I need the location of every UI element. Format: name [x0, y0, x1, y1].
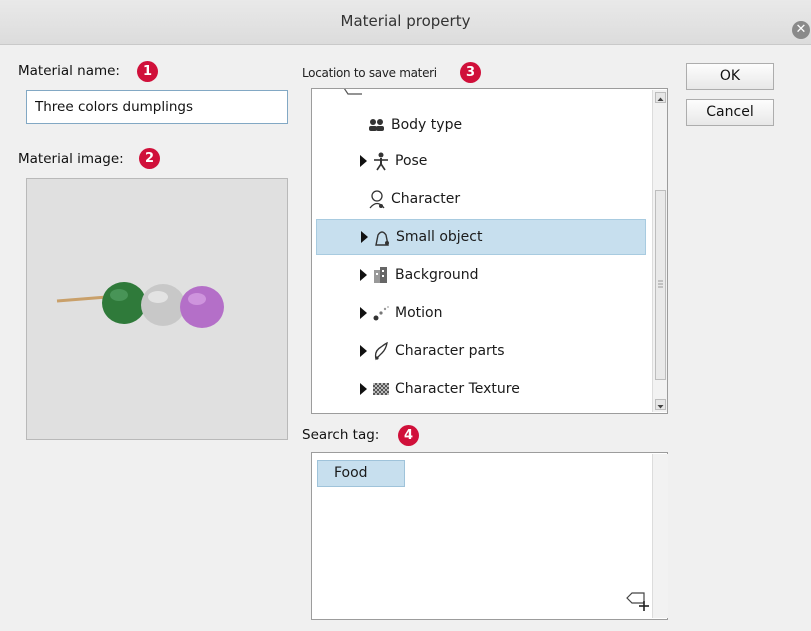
tree-item-small-object[interactable]: Small object: [316, 219, 646, 255]
badge-1: 1: [137, 61, 158, 82]
badge-4: 4: [398, 425, 419, 446]
character-texture-icon: [371, 379, 391, 399]
tree-item-label: Character: [391, 191, 461, 207]
cancel-button[interactable]: Cancel: [686, 99, 774, 126]
tree-item-body-type[interactable]: Body type: [316, 107, 667, 143]
badge-2: 2: [139, 148, 160, 169]
tree-item-pose[interactable]: Pose: [316, 143, 667, 179]
tree-item-label: Pose: [395, 153, 428, 169]
tree-item-label: Body type: [391, 117, 463, 133]
tree-item-motion[interactable]: Motion: [316, 295, 667, 331]
partial-tree-row: [342, 89, 372, 95]
tree-item-label: Small object: [396, 229, 483, 245]
tree-item-character[interactable]: Character: [316, 181, 667, 217]
scroll-thumb[interactable]: [655, 190, 666, 380]
expand-arrow-icon[interactable]: [360, 383, 367, 395]
close-icon[interactable]: ✕: [792, 21, 810, 39]
search-tag-label: Search tag:: [302, 427, 380, 443]
body-type-icon: [367, 115, 387, 135]
tree-item-background[interactable]: Background: [316, 257, 667, 293]
character-parts-icon: [371, 341, 391, 361]
location-tree[interactable]: Body type Pose Character Small object Ba…: [311, 88, 668, 414]
scroll-up-icon[interactable]: [655, 92, 666, 103]
small-object-icon: [372, 227, 392, 247]
ok-button[interactable]: OK: [686, 63, 774, 90]
tree-item-label: Motion: [395, 305, 443, 321]
tree-item-character-parts[interactable]: Character parts: [316, 333, 667, 369]
tree-item-label: Background: [395, 267, 479, 283]
badge-3: 3: [460, 62, 481, 83]
tag-scrollbar[interactable]: [652, 454, 668, 618]
scroll-down-icon[interactable]: [655, 399, 666, 410]
add-tag-icon[interactable]: [624, 590, 650, 612]
material-name-label: Material name:: [18, 63, 120, 79]
material-image-preview[interactable]: [26, 178, 288, 440]
tag-chip-food[interactable]: Food: [317, 460, 405, 487]
expand-arrow-icon[interactable]: [361, 231, 368, 243]
background-icon: [371, 265, 391, 285]
location-label: Location to save materi: [302, 66, 437, 80]
material-image-label: Material image:: [18, 151, 124, 167]
material-name-input[interactable]: [26, 90, 288, 124]
title-bar[interactable]: Material property ✕: [0, 0, 811, 45]
expand-arrow-icon[interactable]: [360, 345, 367, 357]
dialog-title: Material property: [340, 12, 471, 30]
tree-item-label: Character Texture: [395, 381, 520, 397]
motion-icon: [371, 303, 391, 323]
tree-item-label: Character parts: [395, 343, 505, 359]
dumplings-image: [56, 282, 224, 328]
character-icon: [367, 189, 387, 209]
search-tag-area[interactable]: Food: [311, 452, 668, 620]
expand-arrow-icon[interactable]: [360, 155, 367, 167]
tree-item-character-texture[interactable]: Character Texture: [316, 371, 667, 407]
pose-icon: [371, 151, 391, 171]
material-property-dialog: Material property ✕ Material name: 1 Mat…: [0, 0, 811, 631]
tree-scrollbar[interactable]: [652, 90, 667, 412]
expand-arrow-icon[interactable]: [360, 307, 367, 319]
expand-arrow-icon[interactable]: [360, 269, 367, 281]
